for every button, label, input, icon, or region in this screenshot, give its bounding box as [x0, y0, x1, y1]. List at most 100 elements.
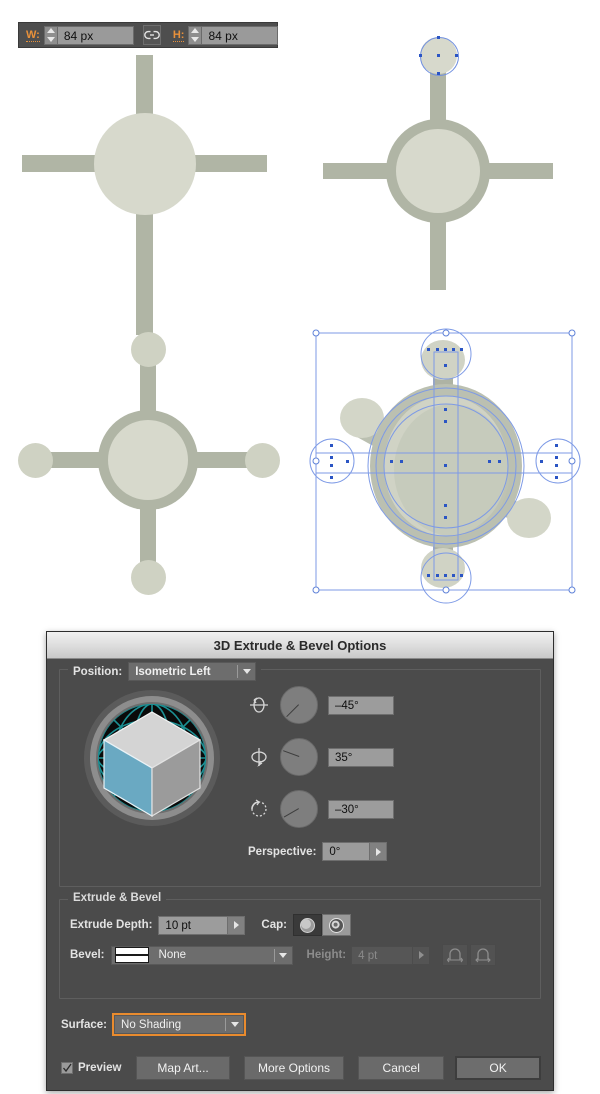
ball-top — [131, 332, 166, 367]
transform-toolbar: W: 84 px H: 84 px — [18, 22, 279, 48]
cap-solid-button[interactable] — [292, 914, 322, 936]
extrude-depth-row: Extrude Depth: 10 pt Cap: — [70, 914, 530, 936]
cap-hollow-button[interactable] — [321, 914, 351, 936]
dialog-footer: Preview Map Art... More Options Cancel O… — [59, 1056, 542, 1080]
ball-left — [18, 443, 53, 478]
rotation-dial-x[interactable] — [280, 686, 318, 724]
link-chain-icon — [144, 30, 160, 40]
hub-circle — [108, 420, 188, 500]
rotation-row-y: 35° — [248, 738, 394, 776]
dialog-titlebar[interactable]: 3D Extrude & Bevel Options — [47, 632, 553, 659]
rotate-z-axis-icon — [248, 798, 270, 820]
stepper-down-icon[interactable] — [46, 36, 55, 42]
shape-crosshair-extruded-selected[interactable] — [300, 320, 600, 610]
extrude-bevel-legend: Extrude & Bevel — [68, 892, 167, 904]
bevel-row: Bevel: None Height: 4 pt — [70, 944, 530, 966]
rotation-row-z: –30° — [248, 790, 394, 828]
position-label: Position: — [73, 665, 123, 678]
anchor-point[interactable] — [419, 54, 422, 57]
preview-checkbox[interactable] — [61, 1062, 73, 1074]
bevel-value: None — [158, 949, 187, 961]
bevel-height-input: 4 pt — [351, 945, 414, 965]
rotation-y-input[interactable]: 35° — [328, 747, 394, 767]
width-group: W: 84 px — [23, 25, 134, 45]
more-options-button[interactable]: More Options — [243, 1056, 345, 1080]
cancel-button[interactable]: Cancel — [358, 1056, 445, 1080]
map-art-button[interactable]: Map Art... — [136, 1056, 230, 1080]
ball-right — [245, 443, 280, 478]
perspective-step-button[interactable] — [370, 842, 388, 861]
anchor-point[interactable] — [437, 72, 440, 75]
rotation-z-input[interactable]: –30° — [328, 799, 394, 819]
height-group: H: 84 px — [170, 25, 279, 45]
shape-crosshair-plain[interactable] — [10, 55, 290, 335]
stepper-up-icon[interactable] — [191, 28, 200, 34]
perspective-stepper[interactable]: 0° — [322, 842, 388, 861]
bevel-height-step-button — [413, 945, 431, 965]
perspective-label: Perspective: — [248, 845, 317, 858]
chevron-down-icon[interactable] — [226, 1022, 243, 1027]
anchor-point[interactable] — [455, 54, 458, 57]
bevel-profile-none-icon — [114, 947, 149, 963]
height-label: H: — [172, 28, 185, 42]
shape-crosshair-balled[interactable] — [0, 320, 300, 610]
perspective-input[interactable]: 0° — [322, 842, 371, 861]
rotate-x-axis-icon — [248, 694, 270, 716]
center-point — [437, 54, 440, 57]
width-label: W: — [26, 28, 40, 42]
anchor-point[interactable] — [437, 36, 440, 39]
bevel-extent-in-button[interactable] — [470, 944, 497, 966]
bevel-extent-in-icon — [475, 948, 491, 963]
preview-checkbox-row[interactable]: Preview — [61, 1062, 121, 1074]
bevel-extent-out-button[interactable] — [442, 944, 469, 966]
bevel-label: Bevel: — [70, 949, 105, 961]
rotation-row-x: –45° — [248, 686, 394, 724]
chevron-down-icon[interactable] — [238, 669, 255, 674]
width-input[interactable]: 84 px — [57, 25, 134, 45]
surface-value: No Shading — [121, 1018, 182, 1031]
dialog-title: 3D Extrude & Bevel Options — [213, 637, 387, 653]
stepper-up-icon[interactable] — [46, 28, 55, 34]
checkmark-icon — [63, 1063, 72, 1073]
cap-hollow-icon — [328, 917, 344, 933]
hub-circle — [396, 129, 480, 213]
isometric-cube-preview[interactable] — [82, 688, 222, 828]
position-preset-select[interactable]: Isometric Left — [128, 662, 257, 681]
width-stepper[interactable] — [43, 25, 58, 45]
stepper-down-icon[interactable] — [191, 36, 200, 42]
rotate-y-axis-icon — [248, 746, 270, 768]
height-stepper[interactable] — [188, 25, 203, 45]
chevron-down-icon[interactable] — [275, 952, 292, 958]
ok-button[interactable]: OK — [455, 1056, 542, 1080]
extrude-depth-label: Extrude Depth: — [70, 919, 153, 931]
bevel-height-label: Height: — [306, 949, 347, 961]
bevel-extent-out-icon — [446, 948, 464, 963]
cap-solid-icon — [299, 917, 315, 933]
selection-overlay — [309, 328, 581, 604]
rotation-x-input[interactable]: –45° — [328, 695, 394, 715]
bevel-select[interactable]: None — [110, 945, 293, 965]
constrain-proportions-button[interactable] — [142, 25, 161, 45]
rotation-dial-z[interactable] — [280, 790, 318, 828]
extrude-bevel-dialog: 3D Extrude & Bevel Options Position: Iso… — [46, 631, 554, 1091]
preview-label: Preview — [78, 1062, 122, 1074]
perspective-row: Perspective: 0° — [248, 842, 394, 861]
shape-crosshair-ringed[interactable] — [320, 25, 600, 315]
extrude-depth-stepper[interactable]: 10 pt — [158, 915, 246, 935]
extrude-bevel-group: Extrude & Bevel Extrude Depth: 10 pt Cap… — [59, 892, 541, 999]
position-group: Position: Isometric Left –45° 35° –30° P… — [59, 662, 541, 887]
position-preset-value: Isometric Left — [135, 665, 211, 678]
surface-row: Surface: No Shading — [61, 1013, 541, 1036]
rotation-dial-y[interactable] — [280, 738, 318, 776]
position-legend: Position: Isometric Left — [68, 662, 262, 681]
surface-label: Surface: — [61, 1018, 108, 1031]
extrude-depth-input[interactable]: 10 pt — [158, 915, 229, 935]
cap-label: Cap: — [261, 919, 287, 931]
extrude-depth-step-button[interactable] — [228, 915, 246, 935]
bevel-height-stepper: 4 pt — [351, 945, 431, 965]
hub-circle — [94, 113, 196, 215]
surface-select[interactable]: No Shading — [112, 1013, 247, 1036]
cube-preview-svg — [84, 690, 220, 826]
ball-bottom — [131, 560, 166, 595]
height-input[interactable]: 84 px — [202, 25, 279, 45]
